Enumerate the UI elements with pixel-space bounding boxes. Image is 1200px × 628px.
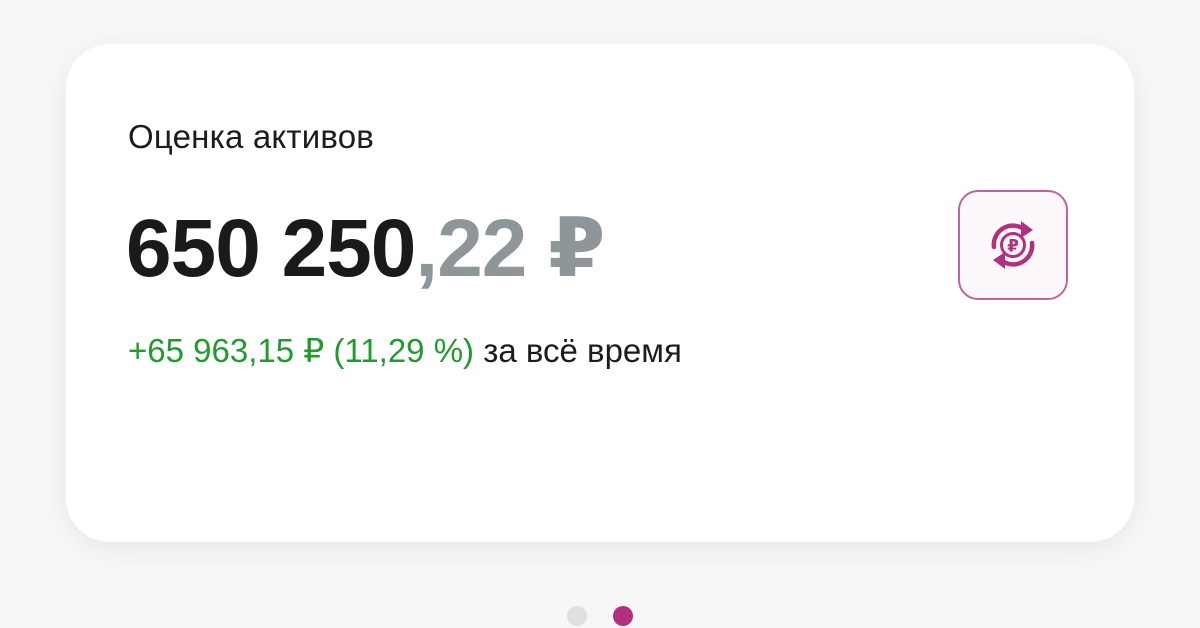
ruble-glyph: ₽ bbox=[1007, 237, 1019, 257]
pagination-dot-1[interactable] bbox=[567, 606, 587, 626]
portfolio-value-fraction: ,22 ₽ bbox=[415, 203, 605, 294]
portfolio-change-value: +65 963,15 ₽ (11,29 %) bbox=[128, 332, 475, 369]
portfolio-change: +65 963,15 ₽ (11,29 %) за всё время bbox=[128, 331, 682, 370]
currency-exchange-button[interactable]: ₽ bbox=[958, 190, 1068, 300]
portfolio-value-integer: 650 250 bbox=[126, 203, 416, 294]
portfolio-change-period: за всё время bbox=[474, 332, 682, 369]
portfolio-card: Оценка активов 650 250,22 ₽ +65 963,15 ₽… bbox=[66, 44, 1134, 542]
portfolio-value: 650 250,22 ₽ bbox=[126, 203, 605, 294]
carousel-pagination bbox=[567, 606, 633, 626]
pagination-dot-2[interactable] bbox=[613, 606, 633, 626]
portfolio-title: Оценка активов bbox=[128, 118, 375, 155]
ruble-exchange-icon: ₽ bbox=[991, 221, 1035, 269]
